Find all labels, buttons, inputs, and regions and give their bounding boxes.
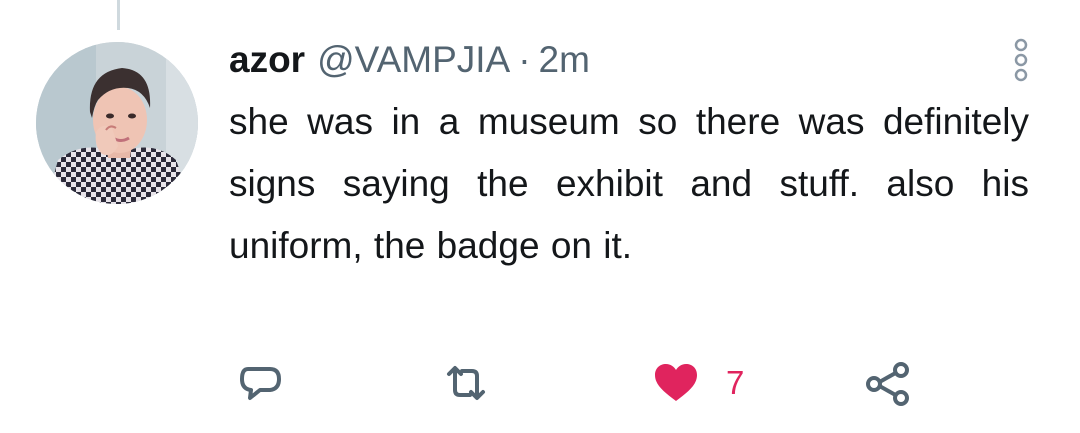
reply-icon <box>240 367 281 400</box>
tweet-text: she was in a museum so there was definit… <box>229 101 1029 266</box>
tweet-content: azor @VAMPJIA · 2m she was in a museum s… <box>229 36 1029 277</box>
avatar-image <box>36 42 198 204</box>
tweet-timestamp[interactable]: 2m <box>539 36 590 84</box>
tweet-actions-bar: 7 <box>0 355 1080 411</box>
display-name[interactable]: azor <box>229 36 305 84</box>
share-icon <box>866 362 909 406</box>
retweet-button[interactable] <box>438 355 494 411</box>
like-button[interactable]: 7 <box>650 355 744 411</box>
more-options-icon[interactable] <box>1008 36 1034 84</box>
share-button[interactable] <box>862 355 914 411</box>
retweet-icon <box>447 366 485 400</box>
thread-connector-line <box>117 0 120 30</box>
reply-button[interactable] <box>234 355 286 411</box>
tweet-header: azor @VAMPJIA · 2m <box>229 36 1029 84</box>
user-handle[interactable]: @VAMPJIA <box>317 36 510 84</box>
header-separator: · <box>518 39 531 80</box>
heart-icon <box>655 364 697 401</box>
avatar[interactable] <box>36 42 198 204</box>
like-count: 7 <box>726 364 745 401</box>
